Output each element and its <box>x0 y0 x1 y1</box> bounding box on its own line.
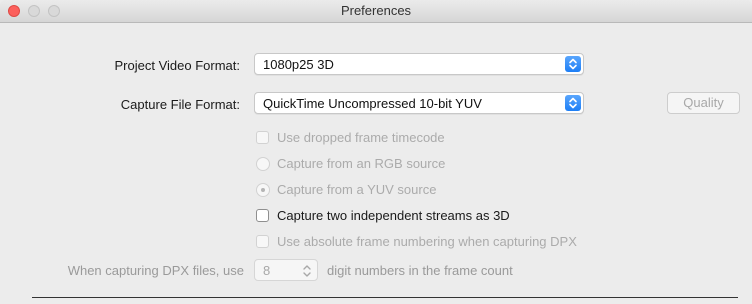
dpx-digits-select[interactable]: 8 <box>254 259 318 281</box>
radio-label: Capture from an RGB source <box>277 156 446 171</box>
checkbox-label: Use absolute frame numbering when captur… <box>277 234 577 249</box>
dpx-suffix-label: digit numbers in the frame count <box>327 263 513 278</box>
radio-label: Capture from a YUV source <box>277 182 437 197</box>
project-video-format-value: 1080p25 3D <box>263 57 334 72</box>
up-down-chevron-icon <box>301 263 313 282</box>
quality-button[interactable]: Quality <box>667 92 740 114</box>
checkbox-box <box>256 209 269 222</box>
preferences-window: Preferences Project Video Format: 1080p2… <box>0 0 752 304</box>
window-title: Preferences <box>340 3 412 18</box>
separator <box>32 297 738 298</box>
project-video-format-label: Project Video Format: <box>114 58 240 73</box>
project-video-format-select[interactable]: 1080p25 3D <box>254 53 584 75</box>
radio-button <box>256 157 270 171</box>
dpx-digits-value: 8 <box>263 263 271 278</box>
capture-file-format-select[interactable]: QuickTime Uncompressed 10-bit YUV <box>254 92 584 114</box>
checkbox-label: Use dropped frame timecode <box>277 130 445 145</box>
checkbox-label: Capture two independent streams as 3D <box>277 208 510 223</box>
up-down-chevron-icon <box>565 95 581 111</box>
checkbox-box <box>256 235 269 248</box>
radio-button <box>256 183 270 197</box>
radio-dot <box>261 188 265 192</box>
up-down-chevron-icon <box>565 56 581 72</box>
capture-file-format-value: QuickTime Uncompressed 10-bit YUV <box>263 96 482 111</box>
checkbox-box <box>256 131 269 144</box>
capture-file-format-label: Capture File Format: <box>120 97 240 112</box>
title-bar[interactable]: Preferences <box>0 0 752 23</box>
dpx-prefix-label: When capturing DPX files, use <box>67 263 244 278</box>
